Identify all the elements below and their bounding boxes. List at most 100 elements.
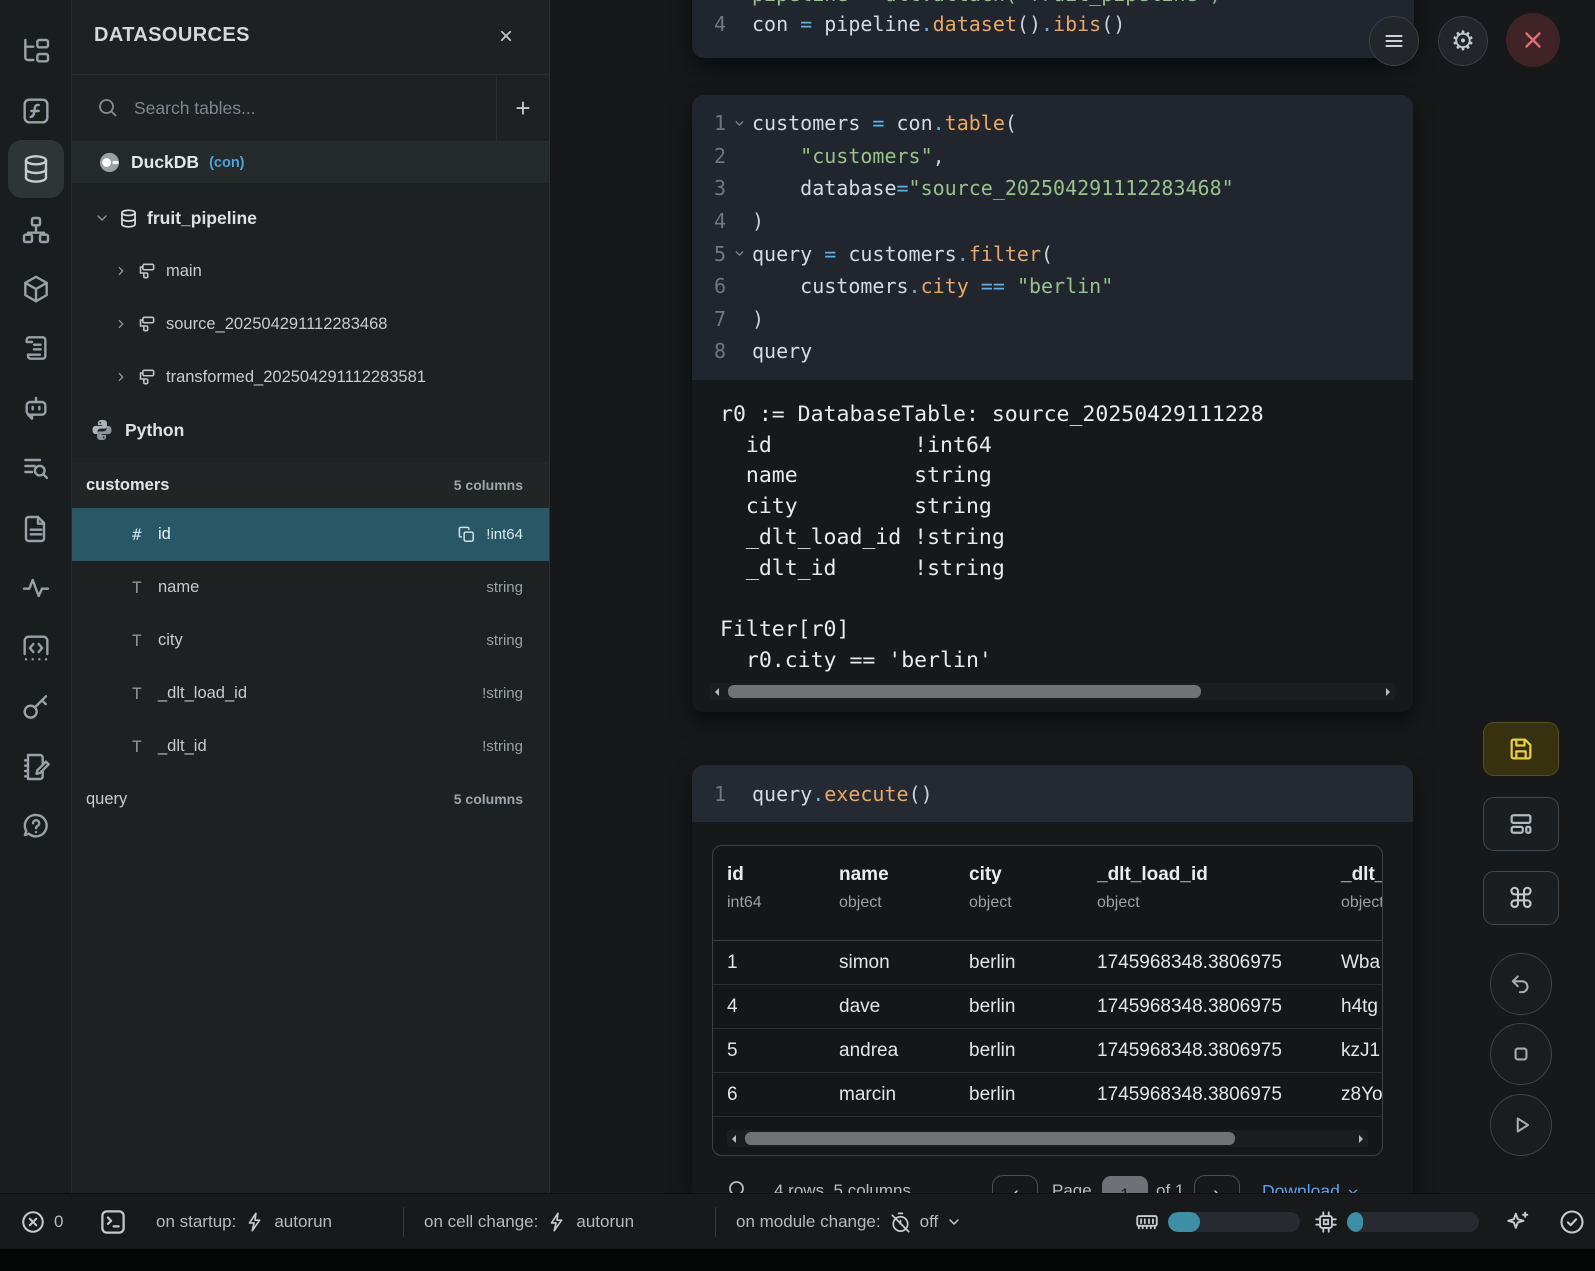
download-link[interactable]: Download [1262,1181,1360,1193]
horizontal-scrollbar[interactable] [710,683,1395,700]
connection-row[interactable]: DuckDB (con) [72,142,549,183]
file-tree-icon[interactable] [14,30,58,74]
scroll-left-arrow[interactable] [727,1130,741,1147]
code-cell-2[interactable]: 1customers = con.table( 2 "customers", 3… [692,95,1413,712]
code-editor[interactable]: 1query.execute() [692,765,1413,822]
col-header[interactable]: name [839,864,889,886]
stop-button[interactable] [1490,1023,1552,1085]
table-horizontal-scrollbar[interactable] [727,1130,1368,1147]
play-icon [1508,1112,1534,1138]
col-header[interactable]: id [727,864,762,886]
table-row[interactable]: 1simonberlin1745968348.3806975Wba [713,941,1382,985]
table-name: customers [86,476,169,495]
scrollbar-thumb[interactable] [728,685,1201,698]
column-row-id[interactable]: # id !int64 [72,508,549,561]
table-row[interactable]: 6marcinberlin1745968348.3806975z8Yo [713,1073,1382,1117]
table-header-customers[interactable]: customers 5 columns [72,462,549,508]
module-change-label: on module change: [736,1212,881,1232]
undo-button[interactable] [1490,953,1552,1015]
next-page-button[interactable] [1194,1175,1240,1193]
command-palette-button[interactable]: ⌘ [1483,871,1559,925]
table-name: query [86,790,127,809]
scroll-right-arrow[interactable] [1381,683,1395,700]
fold-chevron-icon[interactable] [726,117,752,130]
package-icon[interactable] [14,267,58,311]
document-icon[interactable] [14,507,58,551]
help-icon[interactable] [14,805,58,849]
table-search-icon[interactable] [726,1178,750,1193]
column-count: 5 columns [454,791,523,807]
col-header[interactable]: _dlt_load_id [1097,864,1208,886]
fold-chevron-icon[interactable] [726,247,752,260]
connection-status[interactable] [1558,1194,1586,1250]
col-type: int64 [727,894,762,912]
schema-icon [137,367,157,387]
code-cell-3[interactable]: 1query.execute() id int64 name object city… [692,765,1413,1193]
cell-output-repr: r0 := DatabaseTable: source_202504291112… [720,400,1405,676]
page-label: Page [1052,1181,1092,1193]
menu-button[interactable] [1369,16,1419,66]
schema-item-main[interactable]: main [72,251,549,291]
table-row[interactable]: 4daveberlin1745968348.3806975h4tg [713,985,1382,1029]
cell-output-area: idint64 nameobject cityobject _dlt_load_… [692,822,1413,1193]
scroll-right-arrow[interactable] [1354,1130,1368,1147]
scroll-left-arrow[interactable] [710,683,724,700]
save-button[interactable] [1483,722,1559,776]
ai-assistant-button[interactable] [1503,1194,1531,1250]
column-row-dlt-id[interactable]: T _dlt_id !string [72,720,549,773]
schema-icon [137,314,157,334]
activity-icon[interactable] [14,566,58,610]
result-table: idint64 nameobject cityobject _dlt_load_… [712,845,1383,1156]
scroll-icon[interactable] [14,326,58,370]
col-type: object [839,894,889,912]
settings-button[interactable]: ⚙ [1438,16,1488,66]
lightning-icon [244,1211,266,1233]
module-change-setting[interactable]: on module change: off [736,1194,962,1250]
page-number[interactable]: 1 [1102,1176,1148,1193]
chatbot-icon[interactable] [14,386,58,430]
col-header[interactable]: _dlt_id [1341,864,1383,886]
cell-change-setting[interactable]: on cell change: autorun [424,1194,634,1250]
table-row[interactable]: 5andreaberlin1745968348.3806975kzJ1 [713,1029,1382,1073]
run-button[interactable] [1490,1094,1552,1156]
column-row-city[interactable]: T city string [72,614,549,667]
schema-item-source[interactable]: source_202504291112283468 [72,304,549,344]
database-tree-item[interactable]: fruit_pipeline [72,198,549,238]
floppy-save-icon [1507,735,1535,763]
table-header-query[interactable]: query 5 columns [72,776,549,822]
code-block-icon[interactable] [14,626,58,670]
cpu-usage[interactable] [1313,1194,1479,1250]
add-datasource-button[interactable]: + [496,75,549,142]
code-cell-1[interactable]: pipeline = dlt.attach("fruit_pipeline") … [692,0,1414,58]
notebook-edit-icon[interactable] [14,745,58,789]
duckdb-logo-icon [98,151,121,174]
col-header[interactable]: city [969,864,1012,886]
python-section[interactable]: Python [72,410,549,450]
close-icon[interactable]: × [491,22,521,52]
prev-page-button[interactable] [992,1175,1038,1193]
column-name: name [158,578,199,597]
list-search-icon[interactable] [14,446,58,490]
copy-icon[interactable] [457,525,476,544]
database-icon[interactable] [8,140,64,198]
schema-item-transformed[interactable]: transformed_202504291112283581 [72,357,549,397]
cell-change-value: autorun [576,1212,634,1232]
schema-label: main [166,262,202,281]
sitemap-icon[interactable] [14,208,58,252]
layout-panels-button[interactable] [1483,797,1559,851]
startup-setting[interactable]: on startup: autorun [156,1194,332,1250]
search-input[interactable] [134,87,494,129]
scrollbar-thumb[interactable] [745,1132,1235,1145]
error-indicator[interactable]: 0 [20,1194,63,1250]
terminal-button[interactable] [98,1194,128,1250]
memory-usage[interactable] [1134,1194,1300,1250]
code-editor[interactable]: 1customers = con.table( 2 "customers", 3… [692,95,1413,380]
key-icon[interactable] [14,685,58,729]
result-table-header: idint64 nameobject cityobject _dlt_load_… [713,846,1382,941]
functions-icon[interactable] [14,89,58,133]
window-bottom-edge [0,1249,1595,1271]
column-row-name[interactable]: T name string [72,561,549,614]
column-type: string [486,579,523,596]
shutdown-button[interactable] [1506,13,1560,67]
column-row-dlt-load-id[interactable]: T _dlt_load_id !string [72,667,549,720]
